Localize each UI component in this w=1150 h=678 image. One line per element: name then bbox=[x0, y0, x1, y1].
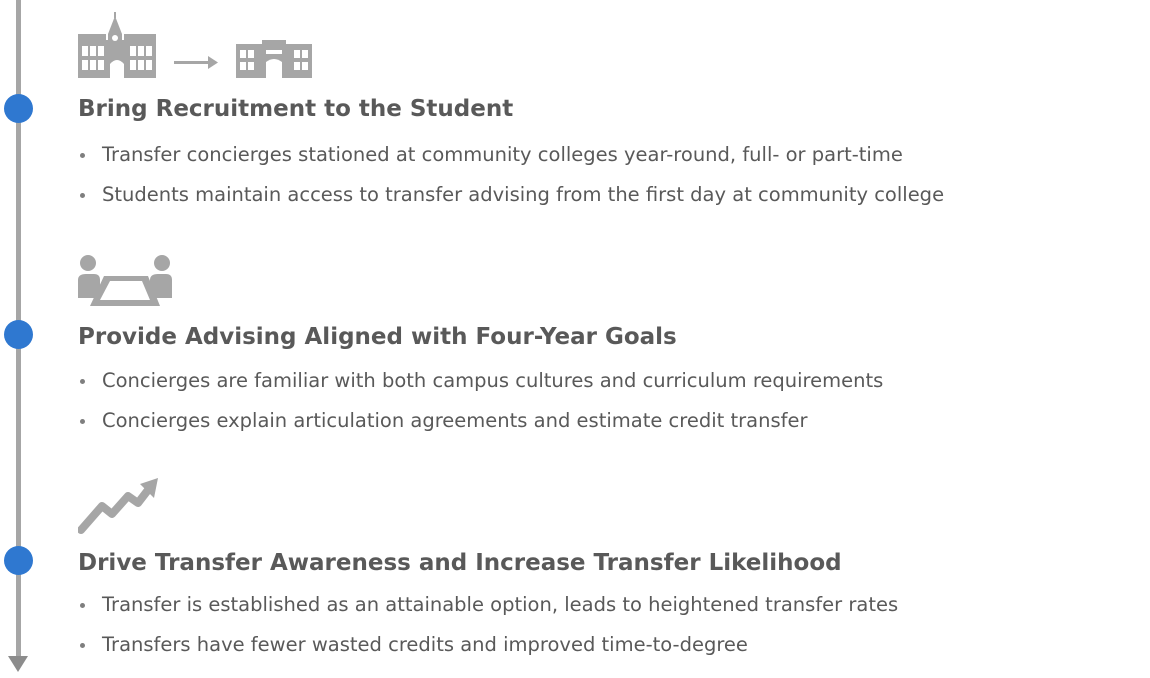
bullet-item: Transfer is established as an attainable… bbox=[78, 590, 898, 630]
bullet-item: Concierges are familiar with both campus… bbox=[78, 366, 883, 406]
section-heading: Drive Transfer Awareness and Increase Tr… bbox=[78, 550, 842, 576]
bullet-list: Transfer concierges stationed at communi… bbox=[78, 140, 944, 220]
bullet-item: Transfer concierges stationed at communi… bbox=[78, 140, 944, 180]
section-heading: Bring Recruitment to the Student bbox=[78, 96, 514, 122]
timeline-dot-3 bbox=[4, 546, 33, 575]
section-recruitment: Bring Recruitment to the Student Transfe… bbox=[78, 0, 1148, 230]
buildings-transfer-icon bbox=[78, 12, 312, 78]
section-heading: Provide Advising Aligned with Four-Year … bbox=[78, 324, 677, 350]
upward-trend-icon bbox=[78, 478, 158, 534]
timeline-dot-1 bbox=[4, 94, 33, 123]
bullet-list: Transfer is established as an attainable… bbox=[78, 590, 898, 670]
timeline-arrow-icon bbox=[8, 656, 28, 672]
bullet-list: Concierges are familiar with both campus… bbox=[78, 366, 883, 446]
bullet-item: Concierges explain articulation agreemen… bbox=[78, 406, 883, 446]
section-advising: Provide Advising Aligned with Four-Year … bbox=[78, 226, 1148, 456]
bullet-item: Transfers have fewer wasted credits and … bbox=[78, 630, 898, 670]
section-awareness: Drive Transfer Awareness and Increase Tr… bbox=[78, 452, 1148, 678]
advising-meeting-icon bbox=[78, 255, 172, 306]
timeline-dot-2 bbox=[4, 320, 33, 349]
bullet-item: Students maintain access to transfer adv… bbox=[78, 180, 944, 220]
